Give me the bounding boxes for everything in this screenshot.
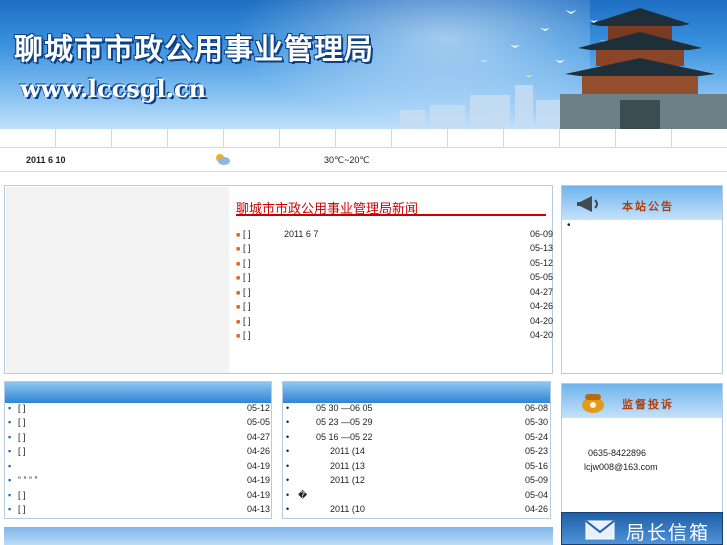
bullet-icon: ■	[236, 275, 241, 282]
nav-item[interactable]	[448, 129, 504, 148]
bullet-icon: •	[286, 475, 290, 485]
nav-item[interactable]	[616, 129, 672, 148]
site-notice-box: 本站公告 •	[561, 185, 723, 374]
bullet-icon: ■	[236, 246, 241, 253]
bullet-icon: •	[286, 432, 290, 442]
nav-item[interactable]	[0, 129, 56, 148]
list-item[interactable]: ▪[ ] 05-05	[8, 417, 270, 431]
list-item[interactable]: ▪ “ ” “ ” 04-19	[8, 475, 270, 489]
complaint-box: 监督投诉 0635-8422896 lcjw008@163.com	[561, 383, 723, 517]
list-item[interactable]: ▪ 04-19	[8, 461, 270, 475]
list-item[interactable]: ▪[ ] 04-13	[8, 504, 270, 518]
news-headline[interactable]: 聊城市市政公用事业管理局新闻	[236, 198, 546, 216]
bullet-icon: •	[286, 417, 290, 427]
temperature: 30℃~20℃	[324, 155, 370, 165]
current-date: 2011 6 10	[26, 155, 66, 165]
mayor-mailbox-label: 局长信箱	[626, 522, 711, 544]
bullet-icon: ■	[236, 304, 241, 311]
news-panel: 聊城市市政公用事业管理局新闻 ■[ ] 2011 6 7 06-09 ■[ ] 05-…	[4, 185, 553, 374]
complaint-phone: 0635-8422896	[588, 448, 647, 458]
list-item[interactable]: ▪[ ] 04-26	[8, 446, 270, 460]
left-news-box: ▪[ ] 05-12 ▪[ ] 05-05 ▪[ ] 04-27 ▪[ ] 04-26 …	[4, 381, 272, 519]
news-item[interactable]: ■[ ] 04-26	[236, 301, 553, 315]
bullet-icon: •	[286, 490, 290, 500]
nav-item[interactable]	[224, 129, 280, 148]
list-item[interactable]: ▪[ ] 04-27	[8, 432, 270, 446]
news-item[interactable]: ■[ ] 05-12	[236, 258, 553, 272]
header-banner: 聊城市市政公用事业管理局 www.lccsgl.cn	[0, 0, 727, 129]
list-item[interactable]: • 2011 (10 04-26	[286, 504, 548, 518]
mid-news-box: • 05 30 —06 05 06-08 • 05 23 —05 29 05-30 • 0…	[282, 381, 551, 519]
nav-item[interactable]	[280, 129, 336, 148]
list-item[interactable]: • 05 30 —06 05 06-08	[286, 403, 548, 417]
nav-item[interactable]	[560, 129, 616, 148]
partly-cloudy-icon	[216, 154, 230, 165]
nav-item[interactable]	[336, 129, 392, 148]
news-item[interactable]: ■[ ] 05-05	[236, 272, 553, 286]
bullet-icon: ■	[236, 232, 241, 239]
news-item[interactable]: ■[ ] 04-20	[236, 330, 553, 344]
list-item[interactable]: • 2011 (12 05-09	[286, 475, 548, 489]
bullet-icon: ■	[236, 261, 241, 268]
site-url: www.lccsgl.cn	[20, 74, 207, 103]
nav-item[interactable]	[672, 129, 727, 148]
complaint-email[interactable]: lcjw008@163.com	[584, 462, 658, 472]
bullet-icon: ■	[236, 319, 241, 326]
bullet-icon: ■	[236, 290, 241, 297]
complaint-title: 监督投诉	[622, 399, 674, 411]
bullet-icon: •	[286, 403, 290, 413]
list-item[interactable]: • 05 23 —05 29 05-30	[286, 417, 548, 431]
complaint-header: 监督投诉	[562, 384, 722, 418]
notice-bullet: •	[567, 220, 571, 231]
news-item[interactable]: ■[ ] 05-13	[236, 243, 553, 257]
news-item[interactable]: ■[ ] 2011 6 7 06-09	[236, 229, 553, 243]
news-item[interactable]: ■[ ] 04-20	[236, 316, 553, 330]
box-header	[283, 382, 550, 403]
mayor-mailbox-button[interactable]: 局长信箱	[561, 512, 723, 545]
list-item[interactable]: • � 05-04	[286, 490, 548, 504]
bullet-icon: •	[286, 446, 290, 456]
notice-header: 本站公告	[562, 186, 722, 220]
box-header	[5, 382, 271, 403]
notice-title: 本站公告	[622, 201, 674, 213]
nav-item[interactable]	[392, 129, 448, 148]
nav-item[interactable]	[112, 129, 168, 148]
list-item[interactable]: ▪[ ] 05-12	[8, 403, 270, 417]
bullet-icon: •	[286, 461, 290, 471]
bullet-icon: ■	[236, 333, 241, 340]
news-item[interactable]: ■[ ] 04-27	[236, 287, 553, 301]
telephone-icon	[582, 394, 604, 413]
list-item[interactable]: ▪[ ] 04-19	[8, 490, 270, 504]
list-item[interactable]: • 2011 (13 05-16	[286, 461, 548, 475]
bullet-icon: •	[286, 504, 290, 514]
nav-item[interactable]	[56, 129, 112, 148]
list-item[interactable]: • 05 16 —05 22 05-24	[286, 432, 548, 446]
megaphone-icon	[577, 196, 598, 212]
bottom-banner[interactable]	[4, 527, 553, 545]
nav-item[interactable]	[504, 129, 560, 148]
date-weather-bar: 2011 6 10 30℃~20℃	[0, 148, 727, 172]
list-item[interactable]: • 2011 (14 05-23	[286, 446, 548, 460]
nav-bar	[0, 129, 727, 148]
nav-item[interactable]	[168, 129, 224, 148]
envelope-icon	[585, 520, 615, 540]
site-title: 聊城市市政公用事业管理局	[14, 32, 375, 66]
news-image-placeholder	[6, 187, 229, 373]
